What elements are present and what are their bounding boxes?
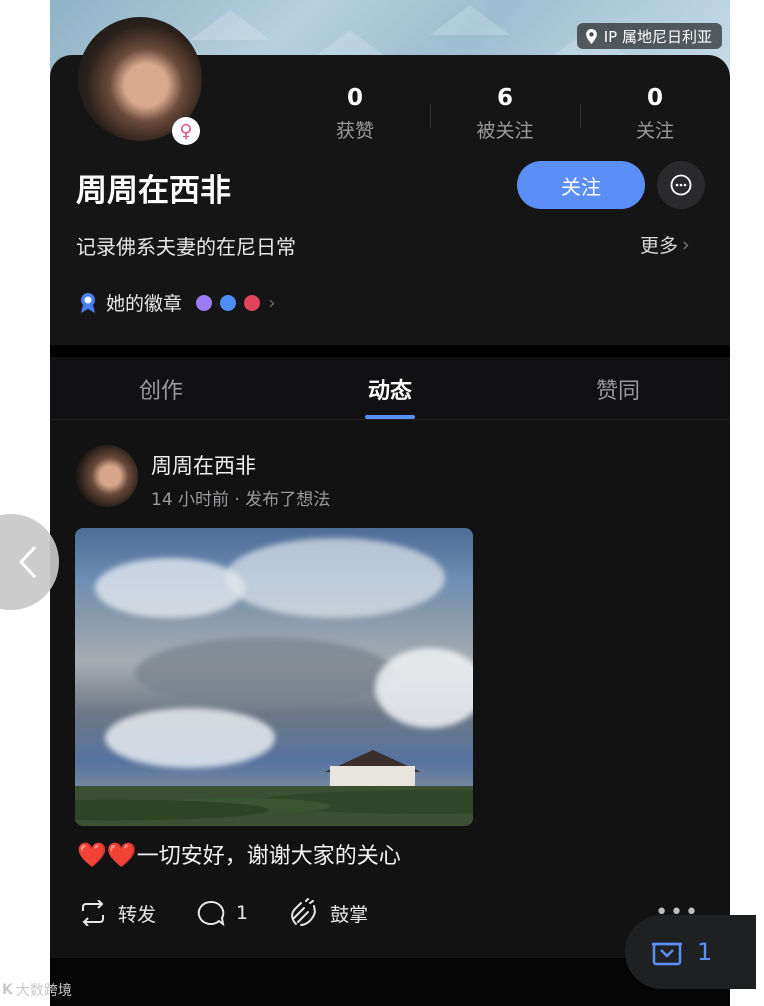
profile-stats: 0 获赞 6 被关注 0 关注 <box>280 84 730 143</box>
floating-count: 1 <box>697 938 713 966</box>
active-tab-indicator <box>365 415 415 419</box>
post-meta: 14 小时前 · 发布了想法 <box>151 490 331 510</box>
post-caption: ❤️❤️一切安好，谢谢大家的关心 <box>77 838 401 870</box>
badge-purple-icon <box>196 294 213 311</box>
stat-followers[interactable]: 6 被关注 <box>430 84 580 143</box>
repost-button[interactable]: 转发 <box>78 900 156 927</box>
female-gender-icon: ♀ <box>172 117 200 145</box>
comment-count: 1 <box>236 902 249 924</box>
location-pin-icon <box>585 28 597 44</box>
post-actions: 转发 1 鼓掌 <box>78 898 408 928</box>
comment-button[interactable]: 1 <box>196 899 248 927</box>
activity-feed: 周周在西非 14 小时前 · 发布了想法 ❤️❤️一切安好，谢谢大家的关心 转发… <box>50 420 730 958</box>
chevron-right-icon: › <box>682 233 690 256</box>
badge-blue-icon <box>220 294 237 311</box>
profile-tabs: 创作 动态 赞同 <box>50 357 730 420</box>
repost-icon <box>82 900 104 926</box>
stat-likes-value: 0 <box>346 85 363 111</box>
watermark: K 大数跨境 <box>2 980 72 1000</box>
badge-red-icon <box>244 294 261 311</box>
heart-emoji: ❤️❤️ <box>77 841 137 869</box>
message-button[interactable] <box>657 161 705 209</box>
stat-followers-label: 被关注 <box>476 120 534 142</box>
applaud-button[interactable]: 鼓掌 <box>288 898 368 928</box>
badge-ribbon-icon <box>81 292 95 313</box>
ip-location-badge: IP 属地尼日利亚 <box>576 23 722 49</box>
more-link[interactable]: 更多 › <box>640 231 690 258</box>
post-author-avatar[interactable] <box>76 445 138 507</box>
stat-following[interactable]: 0 关注 <box>580 84 730 143</box>
post-author-name[interactable]: 周周在西非 <box>151 450 256 480</box>
chevron-right-icon: › <box>268 291 276 314</box>
ip-location-text: IP 属地尼日利亚 <box>603 27 712 46</box>
section-divider <box>50 345 730 357</box>
repost-label: 转发 <box>118 903 157 926</box>
inbox-box-icon <box>652 942 682 966</box>
clap-icon <box>291 898 317 926</box>
follow-button[interactable]: 关注 <box>517 161 645 209</box>
stat-likes-label: 获赞 <box>335 120 374 142</box>
post-photo[interactable] <box>75 528 473 826</box>
comment-icon <box>197 900 225 927</box>
more-label: 更多 <box>640 235 679 257</box>
badges-row[interactable]: 她的徽章 › <box>78 289 276 316</box>
stat-following-value: 0 <box>646 85 663 111</box>
post-caption-text: 一切安好，谢谢大家的关心 <box>136 844 401 869</box>
app-screen: IP 属地尼日利亚 0 获赞 6 被关注 0 关注 周周在西非 关注 记录佛系夫… <box>50 0 730 1006</box>
watermark-text: 大数跨境 <box>15 983 72 999</box>
floating-inbox-button[interactable]: 1 <box>625 915 756 989</box>
profile-name: 周周在西非 <box>76 173 231 209</box>
tab-creations[interactable]: 创作 <box>101 373 221 405</box>
chevron-left-icon <box>18 545 37 579</box>
stat-likes[interactable]: 0 获赞 <box>280 84 430 143</box>
applaud-label: 鼓掌 <box>330 903 369 926</box>
badges-label: 她的徽章 <box>106 293 183 315</box>
stat-followers-value: 6 <box>496 85 513 111</box>
profile-bio: 记录佛系夫妻的在尼日常 <box>76 235 296 259</box>
tab-approvals[interactable]: 赞同 <box>558 373 678 405</box>
tab-activity[interactable]: 动态 <box>330 373 450 405</box>
chat-bubble-icon <box>670 174 692 196</box>
stat-following-label: 关注 <box>635 120 674 142</box>
watermark-logo-icon: K <box>2 982 13 998</box>
